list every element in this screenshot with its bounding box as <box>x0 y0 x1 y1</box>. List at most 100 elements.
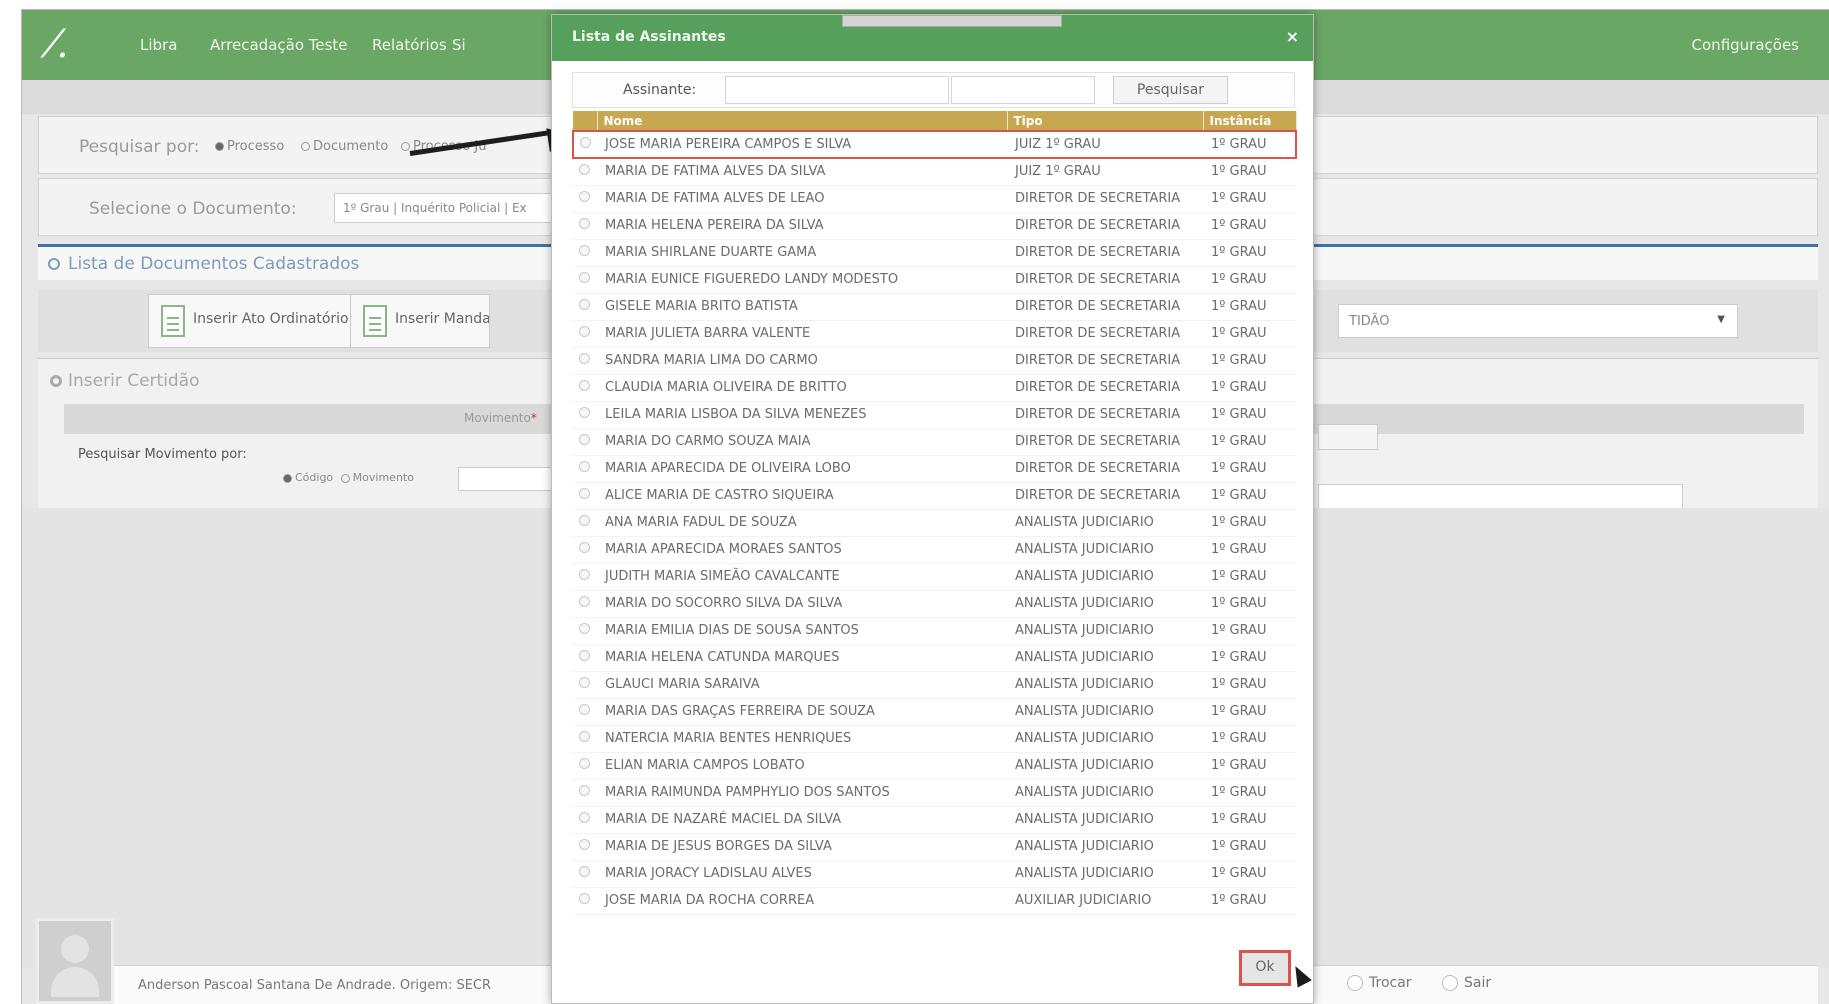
header-instancia[interactable]: Instância <box>1203 111 1297 131</box>
row-radio[interactable] <box>573 347 597 375</box>
radio-dot-icon[interactable] <box>579 569 590 580</box>
radio-dot-icon[interactable] <box>579 839 590 850</box>
table-row[interactable]: MARIA DE FATIMA ALVES DE LEAO DIRETOR DE … <box>573 185 1296 213</box>
nav-item-relatorios[interactable]: Relatórios <box>372 36 447 54</box>
table-row[interactable]: LEILA MARIA LISBOA DA SILVA MENEZES DIRET… <box>573 401 1296 429</box>
table-row[interactable]: MARIA HELENA CATUNDA MARQUES ANALISTA JUD… <box>573 644 1296 672</box>
radio-dot-icon[interactable] <box>579 272 590 283</box>
row-radio[interactable] <box>573 293 597 321</box>
row-radio[interactable] <box>573 455 597 483</box>
radio-dot-icon[interactable] <box>579 704 590 715</box>
row-radio[interactable] <box>573 482 597 510</box>
nav-item-libra[interactable]: Libra <box>140 36 177 54</box>
radio-dot-icon[interactable] <box>579 488 590 499</box>
radio-dot-icon[interactable] <box>579 461 590 472</box>
signer-extra-input[interactable] <box>951 76 1095 104</box>
row-radio[interactable] <box>573 563 597 591</box>
table-row[interactable]: NATERCIA MARIA BENTES HENRIQUES ANALISTA … <box>573 725 1296 753</box>
radio-dot-icon[interactable] <box>579 650 590 661</box>
signer-name-input[interactable] <box>725 76 949 104</box>
row-radio[interactable] <box>573 833 597 861</box>
table-row[interactable]: MARIA HELENA PEREIRA DA SILVA DIRETOR DE … <box>573 212 1296 240</box>
header-tipo[interactable]: Tipo <box>1007 111 1204 131</box>
nav-item-arrecadacao[interactable]: Arrecadação Teste <box>210 36 348 54</box>
row-radio[interactable] <box>573 590 597 618</box>
radio-dot-icon[interactable] <box>579 299 590 310</box>
table-row[interactable]: GLAUCI MARIA SARAIVA ANALISTA JUDICIARIO 1… <box>573 671 1296 699</box>
table-row[interactable]: GISELE MARIA BRITO BATISTA DIRETOR DE SEC… <box>573 293 1296 321</box>
table-row[interactable]: CLAUDIA MARIA OLIVEIRA DE BRITTO DIRETOR … <box>573 374 1296 402</box>
table-row[interactable]: SANDRA MARIA LIMA DO CARMO DIRETOR DE SEC… <box>573 347 1296 375</box>
radio-movimento[interactable]: Movimento <box>340 471 414 484</box>
radio-dot-icon[interactable] <box>579 434 590 445</box>
row-radio[interactable] <box>573 536 597 564</box>
row-radio[interactable] <box>573 806 597 834</box>
table-row[interactable]: JUDITH MARIA SIMEÃO CAVALCANTE ANALISTA J… <box>573 563 1296 591</box>
radio-dot-icon[interactable] <box>579 353 590 364</box>
trocar-option[interactable]: Trocar <box>1347 975 1412 991</box>
document-type-select[interactable]: TIDÃO ▼ <box>1338 304 1738 338</box>
row-radio[interactable] <box>573 320 597 348</box>
app-logo[interactable]: ⁄. <box>50 24 90 64</box>
radio-dot-icon[interactable] <box>579 785 590 796</box>
row-radio[interactable] <box>573 158 597 186</box>
radio-dot-icon[interactable] <box>579 380 590 391</box>
table-row[interactable]: MARIA EUNICE FIGUEREDO LANDY MODESTO DIRE… <box>573 266 1296 294</box>
collapse-icon[interactable] <box>48 258 60 270</box>
table-row[interactable]: MARIA EMILIA DIAS DE SOUSA SANTOS ANALIST… <box>573 617 1296 645</box>
row-radio[interactable] <box>573 860 597 888</box>
modal-drag-handle[interactable] <box>842 15 1062 27</box>
row-radio[interactable] <box>573 725 597 753</box>
insert-ato-ordinatorio-button[interactable]: Inserir Ato Ordinatório <box>148 294 360 348</box>
table-row[interactable]: MARIA DO SOCORRO SILVA DA SILVA ANALISTA … <box>573 590 1296 618</box>
radio-dot-icon[interactable] <box>579 542 590 553</box>
table-row[interactable]: MARIA JORACY LADISLAU ALVES ANALISTA JUDI… <box>573 860 1296 888</box>
table-row[interactable]: MARIA DE JESUS BORGES DA SILVA ANALISTA J… <box>573 833 1296 861</box>
radio-dot-icon[interactable] <box>579 326 590 337</box>
row-radio[interactable] <box>573 401 597 429</box>
row-radio[interactable] <box>573 698 597 726</box>
row-radio[interactable] <box>573 212 597 240</box>
radio-dot-icon[interactable] <box>579 623 590 634</box>
row-radio[interactable] <box>573 644 597 672</box>
table-row[interactable]: MARIA APARECIDA MORAES SANTOS ANALISTA JU… <box>573 536 1296 564</box>
table-row[interactable]: ANA MARIA FADUL DE SOUZA ANALISTA JUDICIA… <box>573 509 1296 537</box>
nav-item-sistema[interactable]: Si <box>452 36 466 54</box>
table-row[interactable]: MARIA DE FATIMA ALVES DA SILVA JUIZ 1º GR… <box>573 158 1296 186</box>
radio-dot-icon[interactable] <box>579 407 590 418</box>
radio-codigo[interactable]: Código <box>283 471 333 484</box>
row-radio[interactable] <box>573 185 597 213</box>
table-row[interactable]: MARIA DE NAZARÉ MACIEL DA SILVA ANALISTA … <box>573 806 1296 834</box>
table-row[interactable]: MARIA DO CARMO SOUZA MAIA DIRETOR DE SECR… <box>573 428 1296 456</box>
radio-dot-icon[interactable] <box>579 731 590 742</box>
close-icon[interactable]: × <box>1286 27 1299 46</box>
table-row[interactable]: MARIA APARECIDA DE OLIVEIRA LOBO DIRETOR … <box>573 455 1296 483</box>
movimento-aux-button[interactable] <box>1318 424 1378 450</box>
radio-dot-icon[interactable] <box>579 218 590 229</box>
radio-processo[interactable]: Processo <box>215 139 284 154</box>
table-row[interactable]: MARIA DAS GRAÇAS FERREIRA DE SOUZA ANALIS… <box>573 698 1296 726</box>
table-row[interactable]: ELIAN MARIA CAMPOS LOBATO ANALISTA JUDICI… <box>573 752 1296 780</box>
table-row[interactable]: MARIA JULIETA BARRA VALENTE DIRETOR DE SE… <box>573 320 1296 348</box>
radio-dot-icon[interactable] <box>579 245 590 256</box>
row-radio[interactable] <box>573 752 597 780</box>
row-radio[interactable] <box>572 130 597 159</box>
row-radio[interactable] <box>573 374 597 402</box>
row-radio[interactable] <box>573 266 597 294</box>
table-row[interactable]: ALICE MARIA DE CASTRO SIQUEIRA DIRETOR DE… <box>573 482 1296 510</box>
insert-mandado-button[interactable]: Inserir Mandado <box>350 294 490 348</box>
radio-dot-icon[interactable] <box>579 191 590 202</box>
radio-dot-icon[interactable] <box>579 758 590 769</box>
table-row[interactable]: JOSE MARIA DA ROCHA CORREA AUXILIAR JUDIC… <box>573 887 1296 915</box>
ok-button[interactable]: Ok <box>1239 950 1291 986</box>
row-radio[interactable] <box>573 239 597 267</box>
radio-dot-icon[interactable] <box>579 596 590 607</box>
radio-dot-icon[interactable] <box>579 164 590 176</box>
row-radio[interactable] <box>573 887 597 915</box>
radio-dot-icon[interactable] <box>579 515 590 526</box>
table-row[interactable]: MARIA SHIRLANE DUARTE GAMA DIRETOR DE SEC… <box>573 239 1296 267</box>
row-radio[interactable] <box>573 428 597 456</box>
radio-dot-icon[interactable] <box>579 893 590 904</box>
radio-dot-icon[interactable] <box>579 866 590 877</box>
radio-documento[interactable]: Documento <box>301 139 388 154</box>
